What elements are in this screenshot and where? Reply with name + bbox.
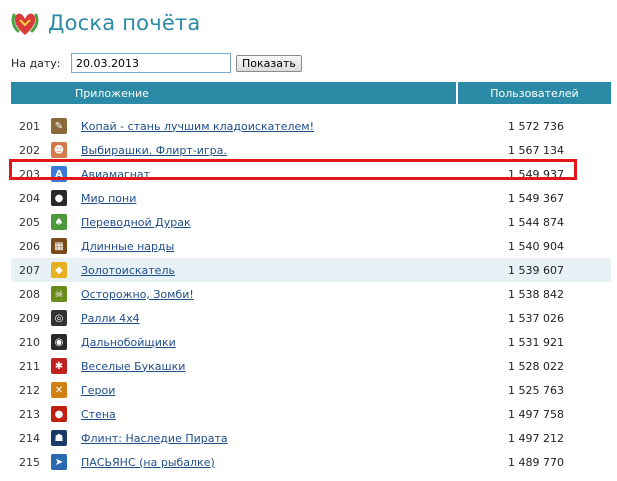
rank-number: 215 xyxy=(19,455,40,469)
page-header: Доска почёта xyxy=(10,6,200,40)
wall-icon[interactable]: ● xyxy=(51,406,67,422)
users-count: 1 539 607 xyxy=(508,263,564,277)
table-row: 207 ◆ Золотоискатель 1 539 607 xyxy=(11,258,611,282)
app-link[interactable]: Золотоискатель xyxy=(81,264,441,277)
table-row: 206 ▦ Длинные нарды 1 540 904 xyxy=(11,234,611,258)
app-link[interactable]: Герои xyxy=(81,384,441,397)
rank-number: 201 xyxy=(19,119,40,133)
users-count: 1 540 904 xyxy=(508,239,564,253)
rank-number: 208 xyxy=(19,287,40,301)
pirate-icon[interactable]: ☗ xyxy=(51,430,67,446)
table-row: 213 ● Стена 1 497 758 xyxy=(11,402,611,426)
users-count: 1 531 921 xyxy=(508,335,564,349)
person-avatar-icon[interactable]: ☻ xyxy=(51,142,67,158)
rank-number: 213 xyxy=(19,407,40,421)
users-count: 1 549 367 xyxy=(508,191,564,205)
app-link[interactable]: Длинные нарды xyxy=(81,240,441,253)
zombie-icon[interactable]: ☠ xyxy=(51,286,67,302)
rank-number: 206 xyxy=(19,239,40,253)
table-row: 209 ◎ Ралли 4x4 1 537 026 xyxy=(11,306,611,330)
fish-icon[interactable]: ➤ xyxy=(51,454,67,470)
table-row: 208 ☠ Осторожно, Зомби! 1 538 842 xyxy=(11,282,611,306)
app-link[interactable]: Дальнобойщики xyxy=(81,336,441,349)
app-link[interactable]: Ралли 4x4 xyxy=(81,312,441,325)
rank-number: 209 xyxy=(19,311,40,325)
laurel-heart-logo-icon xyxy=(11,13,39,35)
app-link[interactable]: Веселые Букашки xyxy=(81,360,441,373)
column-header-app: Приложение xyxy=(11,82,456,104)
users-count: 1 497 212 xyxy=(508,431,564,445)
users-count: 1 489 770 xyxy=(508,455,564,469)
highlight-box xyxy=(9,159,577,180)
table-row: 201 ✎ Копай - стань лучшим кладоискателем!… xyxy=(11,114,611,138)
date-label: На дату: xyxy=(11,56,61,70)
rank-number: 212 xyxy=(19,383,40,397)
app-link[interactable]: ПАСЬЯНС (на рыбалке) xyxy=(81,456,441,469)
users-count: 1 572 736 xyxy=(508,119,564,133)
table-row: 215 ➤ ПАСЬЯНС (на рыбалке) 1 489 770 xyxy=(11,450,611,474)
page-title: Доска почёта xyxy=(48,11,201,35)
rank-number: 210 xyxy=(19,335,40,349)
app-link[interactable]: Выбирашки. Флирт-игра. xyxy=(81,144,441,157)
app-link[interactable]: Переводной Дурак xyxy=(81,216,441,229)
table-header: Приложение Пользователей xyxy=(11,82,611,104)
rank-number: 202 xyxy=(19,143,40,157)
app-link[interactable]: Копай - стань лучшим кладоискателем! xyxy=(81,120,441,133)
rank-number: 214 xyxy=(19,431,40,445)
rank-number: 204 xyxy=(19,191,40,205)
app-link[interactable]: Мир пони xyxy=(81,192,441,205)
date-filter: На дату: Показать xyxy=(11,53,302,73)
app-link[interactable]: Стена xyxy=(81,408,441,421)
backgammon-icon[interactable]: ▦ xyxy=(51,238,67,254)
date-input[interactable] xyxy=(71,53,231,73)
users-count: 1 537 026 xyxy=(508,311,564,325)
wheel-icon[interactable]: ◎ xyxy=(51,310,67,326)
column-header-users: Пользователей xyxy=(458,82,611,104)
users-count: 1 528 022 xyxy=(508,359,564,373)
bug-icon[interactable]: ✱ xyxy=(51,358,67,374)
table-row: 212 ✕ Герои 1 525 763 xyxy=(11,378,611,402)
cards-icon[interactable]: ♠ xyxy=(51,214,67,230)
truck-icon[interactable]: ◉ xyxy=(51,334,67,350)
users-count: 1 544 874 xyxy=(508,215,564,229)
app-link[interactable]: Флинт: Наследие Пирата xyxy=(81,432,441,445)
users-count: 1 525 763 xyxy=(508,383,564,397)
rank-number: 207 xyxy=(19,263,40,277)
table-row: 214 ☗ Флинт: Наследие Пирата 1 497 212 xyxy=(11,426,611,450)
app-link[interactable]: Осторожно, Зомби! xyxy=(81,288,441,301)
gold-nugget-icon[interactable]: ◆ xyxy=(51,262,67,278)
table-row: 205 ♠ Переводной Дурак 1 544 874 xyxy=(11,210,611,234)
crossed-swords-icon[interactable]: ✕ xyxy=(51,382,67,398)
pony-icon[interactable]: ● xyxy=(51,190,67,206)
users-count: 1 567 134 xyxy=(508,143,564,157)
show-button[interactable]: Показать xyxy=(236,54,302,72)
table-row: 210 ◉ Дальнобойщики 1 531 921 xyxy=(11,330,611,354)
table-row: 211 ✱ Веселые Букашки 1 528 022 xyxy=(11,354,611,378)
users-count: 1 497 758 xyxy=(508,407,564,421)
table-row: 204 ● Мир пони 1 549 367 xyxy=(11,186,611,210)
shovel-icon[interactable]: ✎ xyxy=(51,118,67,134)
rank-number: 211 xyxy=(19,359,40,373)
rank-number: 205 xyxy=(19,215,40,229)
users-count: 1 538 842 xyxy=(508,287,564,301)
